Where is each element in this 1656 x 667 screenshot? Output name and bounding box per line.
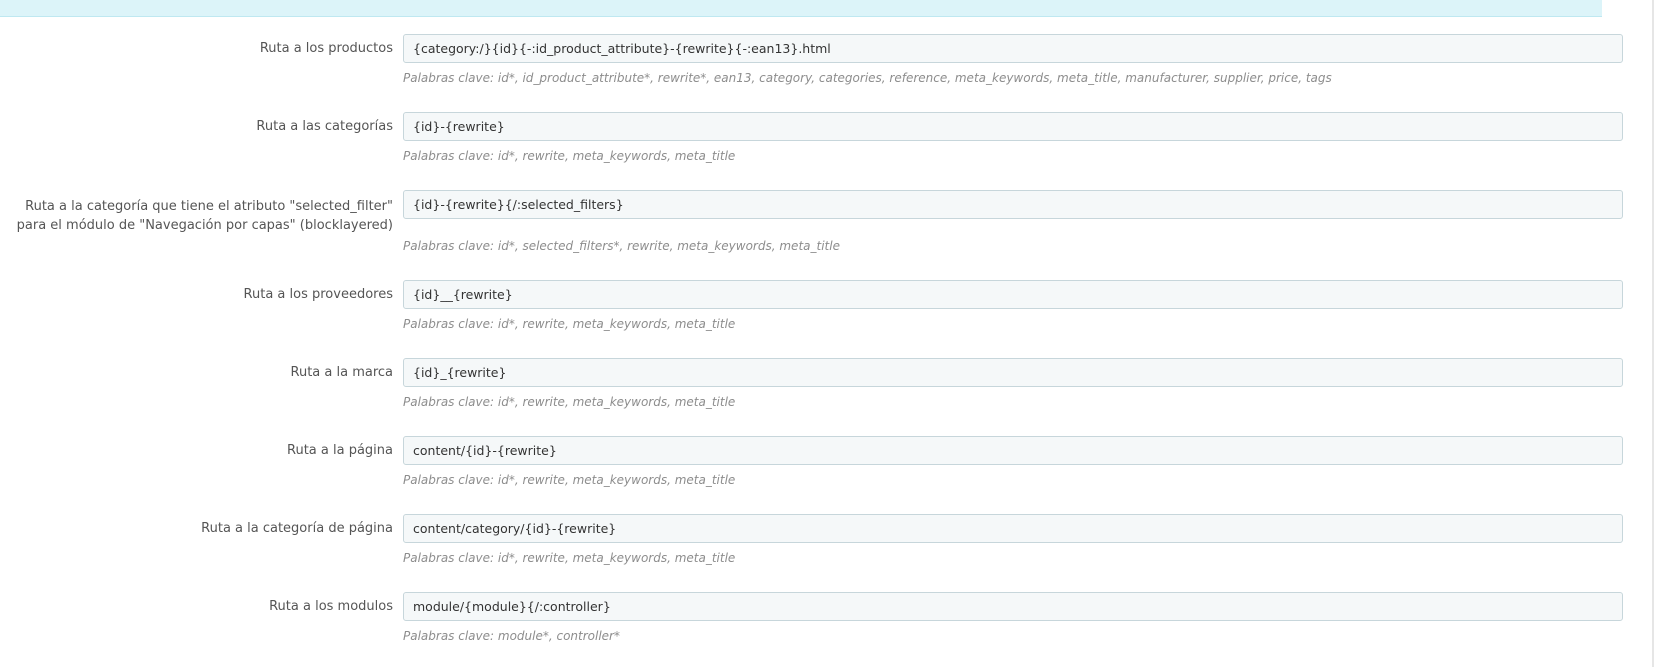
- modules-route-label: Ruta a los modulos: [269, 599, 393, 614]
- page-category-route-help: Palabras clave: id*, rewrite, meta_keywo…: [403, 551, 736, 565]
- route-row-page-category: Ruta a la categoría de página content/ca…: [0, 514, 1632, 572]
- route-row-products: Ruta a los productos {category:/}{id}{-:…: [0, 34, 1632, 92]
- categories-route-input[interactable]: {id}-{rewrite}: [403, 112, 1623, 141]
- page-route-help: Palabras clave: id*, rewrite, meta_keywo…: [403, 473, 736, 487]
- modules-route-input[interactable]: module/{module}{/:controller}: [403, 592, 1623, 621]
- products-route-input[interactable]: {category:/}{id}{-:id_product_attribute}…: [403, 34, 1623, 63]
- route-row-categories: Ruta a las categorías {id}-{rewrite} Pal…: [0, 112, 1632, 170]
- suppliers-route-input[interactable]: {id}__{rewrite}: [403, 280, 1623, 309]
- modules-route-help: Palabras clave: module*, controller*: [403, 629, 620, 643]
- products-route-help: Palabras clave: id*, id_product_attribut…: [403, 71, 1332, 85]
- layered-category-route-help: Palabras clave: id*, selected_filters*, …: [403, 239, 840, 253]
- brand-route-label: Ruta a la marca: [290, 365, 394, 380]
- page-scrollbar[interactable]: [1652, 0, 1654, 667]
- page-route-label: Ruta a la página: [287, 443, 393, 458]
- brand-route-input[interactable]: {id}_{rewrite}: [403, 358, 1623, 387]
- route-row-brand: Ruta a la marca {id}_{rewrite} Palabras …: [0, 358, 1632, 416]
- categories-route-label: Ruta a las categorías: [256, 119, 393, 134]
- route-row-layered-category: Ruta a la categoría que tiene el atribut…: [0, 190, 1632, 262]
- layered-category-route-label: Ruta a la categoría que tiene el atribut…: [16, 199, 393, 233]
- suppliers-route-help: Palabras clave: id*, rewrite, meta_keywo…: [403, 317, 736, 331]
- brand-route-help: Palabras clave: id*, rewrite, meta_keywo…: [403, 395, 736, 409]
- route-row-page: Ruta a la página content/{id}-{rewrite} …: [0, 436, 1632, 494]
- suppliers-route-label: Ruta a los proveedores: [243, 287, 393, 302]
- layered-category-route-input[interactable]: {id}-{rewrite}{/:selected_filters}: [403, 190, 1623, 219]
- page-category-route-label: Ruta a la categoría de página: [201, 521, 393, 536]
- route-row-modules: Ruta a los modulos module/{module}{/:con…: [0, 592, 1632, 650]
- products-route-label: Ruta a los productos: [259, 41, 393, 56]
- route-settings-form: Ruta a los productos {category:/}{id}{-:…: [0, 0, 1632, 667]
- route-row-suppliers: Ruta a los proveedores {id}__{rewrite} P…: [0, 280, 1632, 338]
- page-category-route-input[interactable]: content/category/{id}-{rewrite}: [403, 514, 1623, 543]
- categories-route-help: Palabras clave: id*, rewrite, meta_keywo…: [403, 149, 736, 163]
- page-route-input[interactable]: content/{id}-{rewrite}: [403, 436, 1623, 465]
